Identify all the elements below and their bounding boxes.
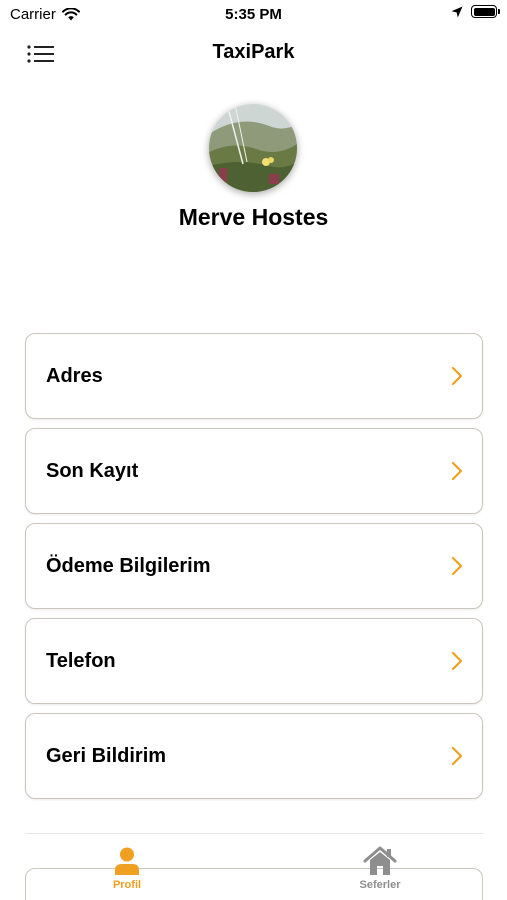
menu-item-geri-bildirim[interactable]: Geri Bildirim: [25, 713, 483, 799]
tab-label: Seferler: [359, 879, 401, 891]
chevron-right-icon: [451, 461, 463, 481]
menu-item-son-kayit[interactable]: Son Kayıt: [25, 428, 483, 514]
menu-item-label: Ödeme Bilgilerim: [46, 554, 211, 577]
chevron-right-icon: [451, 556, 463, 576]
page-title: TaxiPark: [212, 41, 295, 63]
home-icon: [363, 846, 397, 875]
menu-item-odeme-bilgilerim[interactable]: Ödeme Bilgilerim: [25, 523, 483, 609]
status-bar: Carrier 5:35 PM: [0, 0, 507, 28]
menu-item-label: Son Kayıt: [46, 459, 139, 482]
chevron-right-icon: [451, 746, 463, 766]
avatar[interactable]: [209, 104, 297, 192]
tab-seferler[interactable]: Seferler: [320, 846, 440, 891]
tab-label: Profil: [112, 879, 142, 891]
status-indicators: [451, 5, 500, 18]
avatar-photo: [209, 104, 297, 192]
profile-menu-list: Adres Son Kayıt Ödeme Bilgilerim Telefon…: [25, 333, 483, 808]
chevron-right-icon: [451, 366, 463, 386]
menu-item-telefon[interactable]: Telefon: [25, 618, 483, 704]
tab-bar-divider: [25, 833, 483, 834]
status-time: 5:35 PM: [225, 6, 282, 23]
chevron-right-icon: [451, 651, 463, 671]
menu-item-label: Geri Bildirim: [46, 744, 167, 767]
menu-item-label: Adres: [46, 364, 103, 387]
profile-name: Merve Hostes: [178, 204, 329, 230]
navigation-bar: TaxiPark: [0, 28, 507, 78]
person-icon: [115, 847, 139, 875]
menu-item-adres[interactable]: Adres: [25, 333, 483, 419]
battery-icon: [471, 5, 500, 18]
menu-item-label: Telefon: [46, 649, 116, 672]
location-arrow-icon: [451, 6, 463, 17]
tab-profil[interactable]: Profil: [67, 846, 187, 891]
